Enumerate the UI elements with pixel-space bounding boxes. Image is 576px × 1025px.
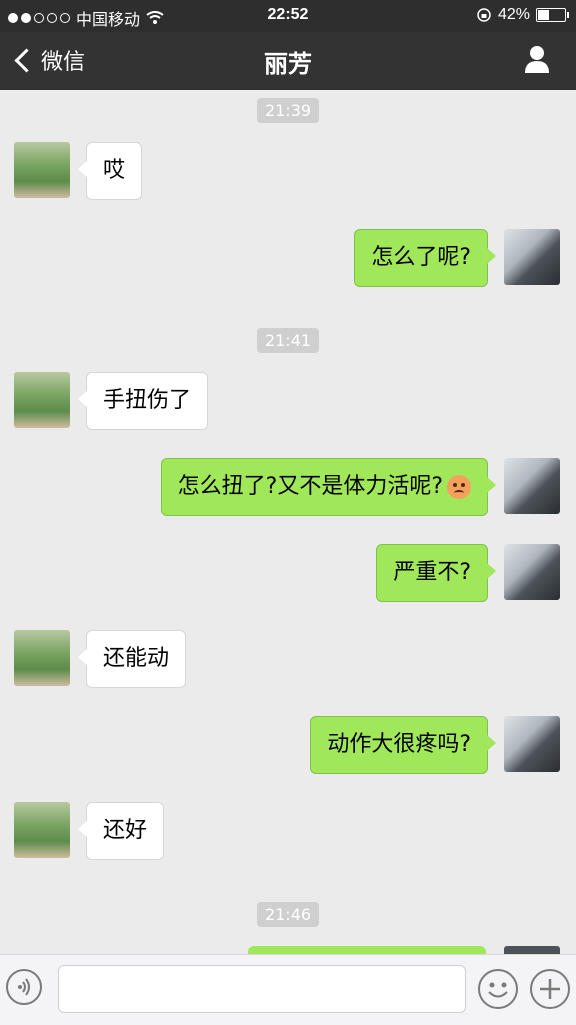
contact-avatar[interactable] [14, 142, 70, 198]
message-bubble-right[interactable]: 怎么扭了?又不是体力活呢? [160, 458, 497, 516]
battery-percent: 42% [497, 6, 530, 23]
message-bubble-right[interactable]: 动作大很疼吗? [310, 716, 496, 774]
message-bubble-left[interactable]: 手扭伤了 [77, 372, 209, 430]
message-input[interactable] [58, 965, 466, 1013]
message-bubble-left[interactable]: 还好 [77, 802, 165, 860]
status-bar: 中国移动 22:52 42% [0, 0, 576, 32]
my-avatar[interactable] [504, 229, 560, 285]
status-right: 42% [476, 6, 569, 24]
battery-icon [536, 8, 569, 22]
my-avatar[interactable] [504, 716, 560, 772]
nav-bar: 微信 丽芳 [0, 32, 576, 90]
my-avatar[interactable] [504, 544, 560, 600]
message-bubble-right[interactable]: 严重不? [376, 544, 496, 602]
timestamp: 21:39 [0, 98, 576, 123]
smiley-icon [488, 982, 508, 998]
message-bubble-left[interactable]: 哎 [77, 142, 143, 200]
message-bubble-left[interactable]: 还能动 [77, 630, 187, 688]
angry-face-icon [447, 475, 471, 499]
contact-avatar[interactable] [14, 630, 70, 686]
person-icon[interactable] [524, 44, 550, 74]
voice-button[interactable] [6, 969, 42, 1005]
voice-icon [18, 978, 30, 996]
my-avatar[interactable] [504, 458, 560, 514]
timestamp: 21:46 [0, 902, 576, 927]
contact-avatar[interactable] [14, 372, 70, 428]
timestamp: 21:41 [0, 328, 576, 353]
chat-title: 丽芳 [264, 50, 312, 78]
emoji-button[interactable] [478, 969, 518, 1009]
input-bar [0, 954, 576, 1025]
message-bubble-right[interactable]: 怎么了呢? [354, 229, 496, 287]
rotation-lock-icon [477, 8, 491, 22]
contact-avatar[interactable] [14, 802, 70, 858]
more-button[interactable] [530, 969, 570, 1009]
plus-icon [540, 979, 560, 999]
